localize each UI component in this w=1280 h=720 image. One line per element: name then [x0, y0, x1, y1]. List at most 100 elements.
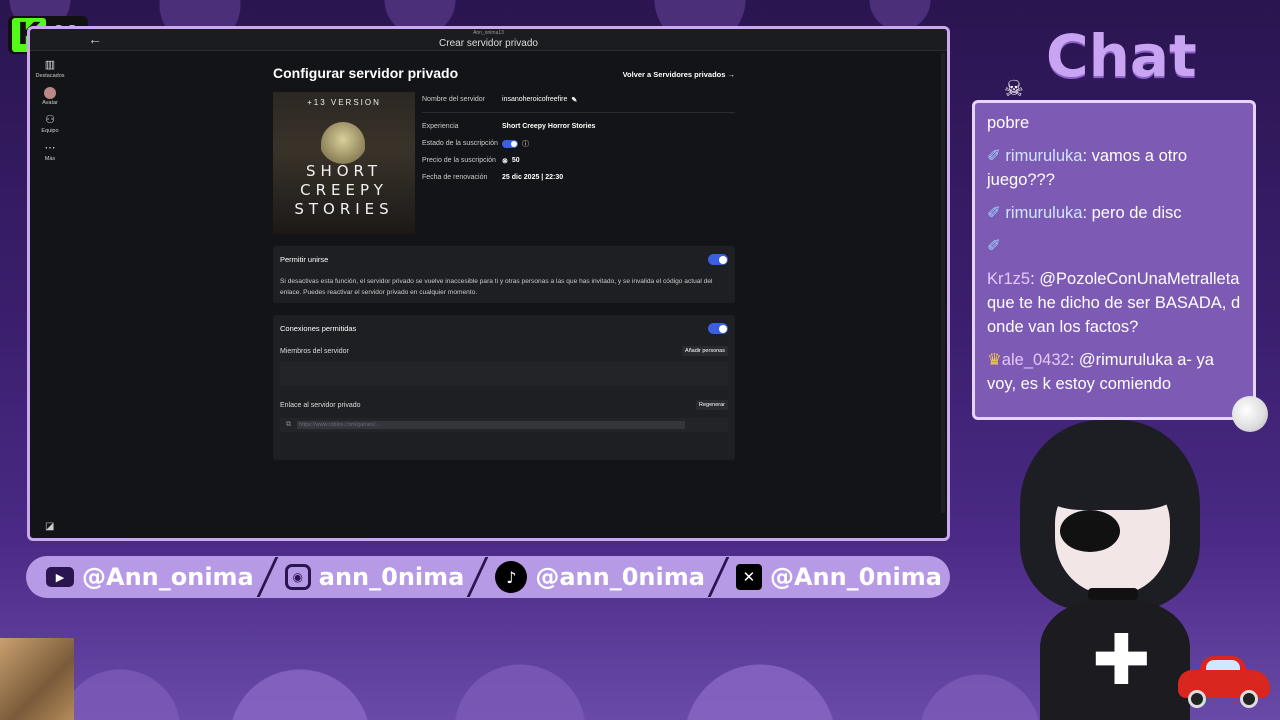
moon-decoration	[1232, 396, 1268, 432]
corner-thumbnail-image	[0, 638, 74, 720]
price-value: ⊗ 50	[502, 157, 520, 165]
car-wheel	[1188, 690, 1206, 708]
avatar-collar	[1088, 588, 1138, 600]
sidebar-item-destacados[interactable]: ▥ Destacados	[30, 59, 70, 79]
members-header: Miembros del servidor Añadir personas	[280, 346, 728, 356]
window-titlebar: ← Ann_onima13 Crear servidor privado	[30, 29, 947, 51]
crown-icon: ♛	[987, 351, 1002, 369]
instagram-icon: ◉	[284, 564, 311, 590]
members-label: Miembros del servidor	[280, 347, 349, 355]
divider	[707, 557, 730, 597]
tiktok-link: ♪ @ann_0nima	[495, 561, 705, 593]
experience-value[interactable]: Short Creepy Horror Stories	[502, 123, 595, 130]
subscription-toggle[interactable]	[502, 139, 518, 148]
subscription-value: ⓘ	[502, 139, 529, 149]
subscription-row: Estado de la suscripción ⓘ	[422, 137, 735, 150]
x-handle: @Ann_0nima	[769, 563, 942, 591]
cover-title-line: CREEPY	[300, 181, 388, 199]
tiktok-icon: ♪	[495, 561, 528, 593]
divider	[467, 557, 489, 597]
experience-row: Experiencia Short Creepy Horror Stories	[422, 120, 735, 133]
server-name-row: Nombre del servidor insanoheroicofreefir…	[422, 93, 735, 106]
avatar-bangs	[1040, 440, 1180, 510]
subscription-label: Estado de la suscripción	[422, 140, 498, 147]
youtube-icon: ▶	[46, 567, 74, 587]
allow-join-toggle[interactable]	[708, 254, 728, 265]
allow-join-header: Permitir unirse	[280, 254, 728, 265]
renewal-label: Fecha de renovación	[422, 174, 488, 181]
robux-icon: ⊗	[502, 157, 508, 165]
team-icon: ⚇	[45, 114, 55, 126]
app-sidebar: ▥ Destacados Avatar ⚇ Equipo ⋯ Más	[30, 51, 70, 521]
car-decoration	[1178, 656, 1270, 708]
cross-icon: ✚	[1092, 621, 1151, 699]
chat-username: Kr1z5	[987, 270, 1031, 288]
game-window: ← Ann_onima13 Crear servidor privado ▥ D…	[27, 26, 950, 541]
allow-join-card: Permitir unirse Si desactivas esta funci…	[273, 246, 735, 303]
allow-join-label: Permitir unirse	[280, 255, 329, 264]
sidebar-item-label: Equipo	[41, 128, 59, 134]
regenerate-button[interactable]: Regenerar	[696, 400, 728, 410]
chat-message-text: pobre	[987, 114, 1030, 132]
chat-box: pobre ✐ rimuruluka: vamos a otro juego??…	[972, 100, 1256, 420]
avatar-eyepatch	[1060, 510, 1120, 552]
sidebar-item-equipo[interactable]: ⚇ Equipo	[30, 114, 70, 134]
divider	[422, 112, 735, 113]
copy-icon[interactable]: ⧉	[286, 421, 291, 429]
instagram-handle: ann_0nima	[318, 563, 465, 591]
price-amount: 50	[511, 157, 520, 164]
renewal-date: 25 dic 2025 | 22:30	[502, 174, 564, 181]
scrollbar[interactable]	[941, 53, 945, 513]
chat-message: Kr1z5: @PozoleConUnaMetralleta que te he…	[987, 270, 1241, 336]
cover-title-line: STORIES	[294, 200, 394, 218]
experience-label: Experiencia	[422, 123, 459, 130]
server-name-label: Nombre del servidor	[422, 96, 486, 103]
sidebar-item-label: Avatar	[42, 100, 58, 106]
connections-card: Conexiones permitidas Miembros del servi…	[273, 315, 735, 460]
youtube-link: ▶ @Ann_onima	[46, 563, 254, 591]
back-to-private-servers-link[interactable]: Volver a Servidores privados →	[623, 70, 735, 79]
private-link-text[interactable]: https://www.roblox.com/games/...	[297, 421, 685, 429]
help-icon[interactable]: ⓘ	[522, 139, 529, 149]
cover-title: SHORT CREEPY STORIES	[273, 162, 415, 219]
instagram-link: ◉ ann_0nima	[284, 563, 465, 591]
private-server-settings: Configurar servidor privado Volver a Ser…	[273, 65, 735, 460]
connections-label: Conexiones permitidas	[280, 324, 357, 333]
chat-message: ✐	[987, 234, 1243, 258]
youtube-handle: @Ann_onima	[82, 563, 254, 591]
tiktok-handle: @ann_0nima	[535, 563, 705, 591]
more-icon: ⋯	[44, 142, 56, 154]
car-wheel	[1240, 690, 1258, 708]
window-user-label: Ann_onima13	[473, 30, 504, 36]
cover-figure-icon	[321, 122, 365, 166]
avatar-icon	[44, 87, 56, 99]
social-links-bar: ▶ @Ann_onima ◉ ann_0nima ♪ @ann_0nima ✕ …	[26, 556, 950, 598]
add-people-button[interactable]: Añadir personas	[681, 346, 728, 356]
sword-icon: ✐	[987, 147, 1001, 165]
link-header: Enlace al servidor privado Regenerar	[280, 400, 728, 410]
sword-icon: ✐	[987, 204, 1001, 222]
price-label: Precio de la suscripción	[422, 157, 496, 164]
sidebar-item-avatar[interactable]: Avatar	[30, 87, 70, 106]
sword-icon: ✐	[987, 237, 1001, 255]
sidebar-item-label: Más	[44, 156, 56, 162]
x-icon: ✕	[735, 564, 762, 590]
sidebar-item-mas[interactable]: ⋯ Más	[30, 142, 70, 162]
connections-toggle[interactable]	[708, 323, 728, 334]
price-row: Precio de la suscripción ⊗ 50	[422, 154, 735, 167]
chart-icon: ▥	[44, 59, 56, 71]
chat-message: ♛ale_0432: @rimuruluka a- ya voy, es k e…	[987, 351, 1214, 393]
edit-icon[interactable]: ✎	[571, 96, 577, 104]
divider	[256, 557, 279, 597]
chat-username: ale_0432	[1001, 351, 1070, 369]
private-link-field[interactable]: ⧉ https://www.roblox.com/games/...	[280, 418, 728, 432]
allow-join-description: Si desactivas esta función, el servidor …	[280, 278, 713, 296]
cover-title-line: SHORT	[305, 162, 383, 180]
renewal-row: Fecha de renovación 25 dic 2025 | 22:30	[422, 171, 735, 184]
connections-header: Conexiones permitidas	[280, 323, 728, 334]
roblox-home-icon[interactable]: ◪	[45, 521, 54, 532]
skull-icon: ☠	[1004, 76, 1024, 101]
members-list[interactable]	[280, 362, 728, 386]
chat-username: rimuruluka	[1005, 204, 1083, 222]
chat-message: pobre	[987, 111, 1243, 135]
